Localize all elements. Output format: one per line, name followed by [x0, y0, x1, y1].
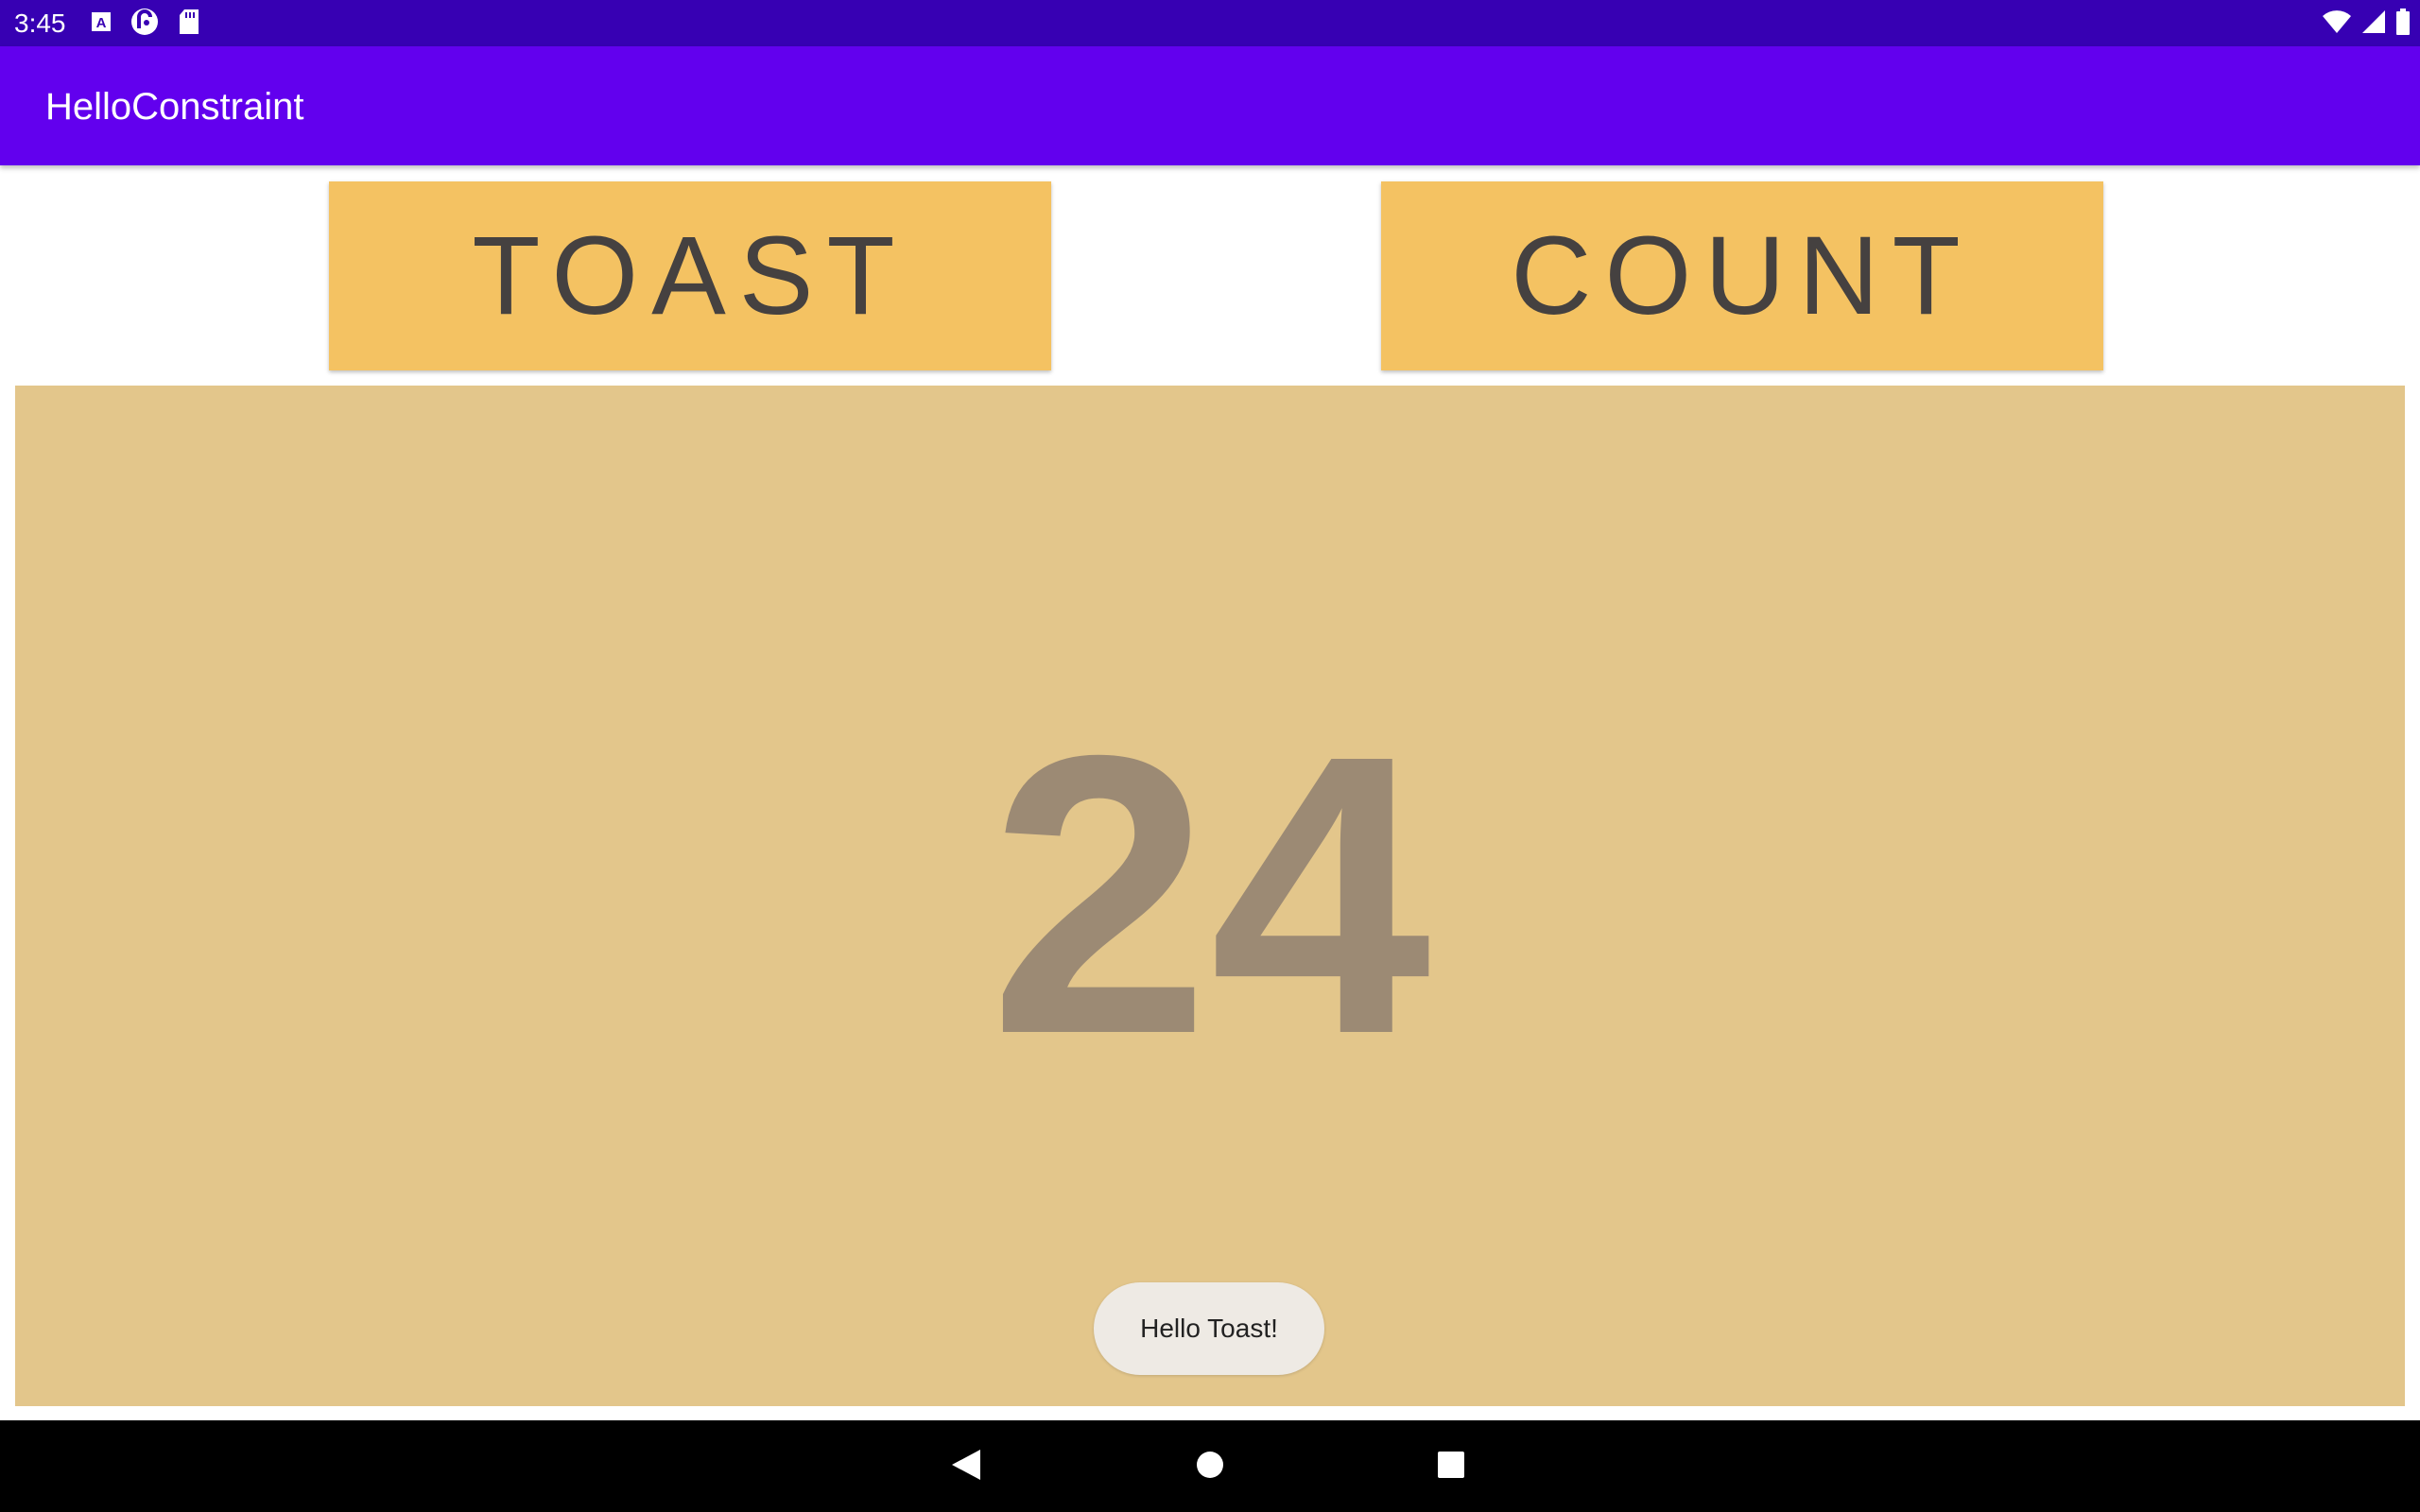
wifi-icon — [2322, 9, 2352, 39]
navigation-bar — [0, 1420, 2420, 1512]
count-button[interactable]: COUNT — [1381, 181, 2103, 370]
recents-icon — [1437, 1451, 1465, 1484]
count-value: 24 — [989, 674, 1431, 1117]
battery-icon — [2395, 8, 2411, 40]
status-bar: 3:45 A — [0, 0, 2420, 46]
status-notification-icons: A — [91, 8, 200, 41]
sd-card-icon — [178, 9, 200, 40]
pocket-casts-icon — [130, 8, 159, 41]
recents-button[interactable] — [1426, 1441, 1477, 1492]
status-time: 3:45 — [14, 9, 66, 38]
cell-signal-icon — [2361, 9, 2386, 39]
home-icon — [1195, 1450, 1225, 1485]
app-bar: HelloConstraint — [0, 46, 2420, 165]
status-system-icons — [2322, 8, 2411, 40]
app-title: HelloConstraint — [45, 86, 304, 128]
toast-button[interactable]: TOAST — [329, 181, 1051, 370]
back-button[interactable] — [941, 1441, 992, 1492]
toast-message: Hello Toast! — [1094, 1282, 1324, 1375]
svg-text:A: A — [96, 15, 107, 31]
back-icon — [950, 1448, 982, 1486]
home-button[interactable] — [1184, 1441, 1236, 1492]
a-notification-icon: A — [91, 11, 112, 37]
count-panel: 24 — [15, 386, 2405, 1406]
